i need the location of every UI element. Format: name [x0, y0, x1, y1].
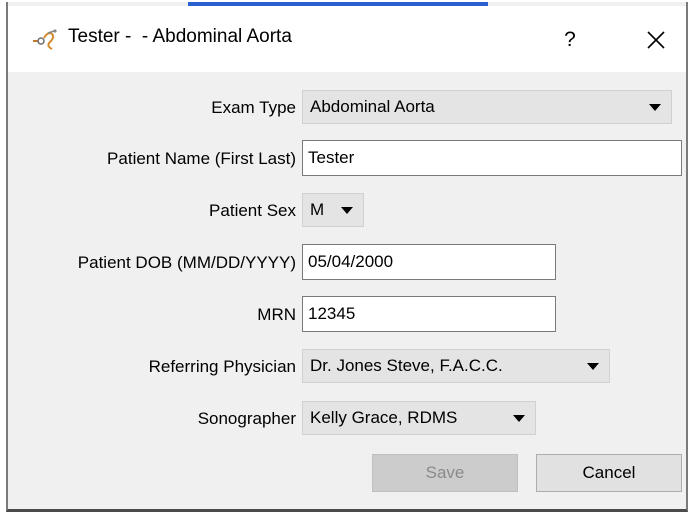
cancel-button[interactable]: Cancel — [536, 454, 682, 492]
patient-name-label: Patient Name (First Last) — [107, 149, 296, 168]
sonographer-select[interactable]: Kelly Grace, RDMS — [302, 401, 536, 435]
chevron-down-icon — [649, 104, 661, 111]
sonographer-row: Sonographer Kelly Grace, RDMS — [8, 399, 686, 439]
mrn-input[interactable]: 12345 — [302, 296, 556, 332]
sonographer-label: Sonographer — [197, 409, 296, 428]
mrn-label: MRN — [257, 305, 296, 324]
chevron-down-icon — [341, 207, 353, 214]
patient-sex-row: Patient Sex M — [8, 191, 686, 231]
save-button[interactable]: Save — [372, 454, 518, 492]
chevron-down-icon — [513, 415, 525, 422]
close-icon — [647, 31, 665, 49]
patient-dob-row: Patient DOB (MM/DD/YYYY) 05/04/2000 — [8, 243, 686, 283]
referring-physician-value: Dr. Jones Steve, F.A.C.C. — [310, 356, 503, 375]
patient-sex-select[interactable]: M — [302, 193, 364, 227]
exam-type-value: Abdominal Aorta — [310, 97, 435, 116]
referring-physician-label: Referring Physician — [148, 357, 296, 376]
app-icon — [30, 28, 60, 52]
sonographer-value: Kelly Grace, RDMS — [310, 408, 458, 427]
mrn-row: MRN 12345 — [8, 295, 686, 335]
chevron-down-icon — [587, 363, 599, 370]
exam-type-select[interactable]: Abdominal Aorta — [302, 90, 672, 124]
patient-sex-value: M — [310, 200, 325, 219]
patient-sex-label: Patient Sex — [209, 201, 296, 220]
help-icon: ? — [564, 28, 576, 51]
help-button[interactable]: ? — [548, 20, 592, 60]
referring-physician-row: Referring Physician Dr. Jones Steve, F.A… — [8, 347, 686, 387]
exam-dialog: Tester - - Abdominal Aorta ? Exam Type A… — [6, 2, 688, 512]
exam-type-label: Exam Type — [211, 98, 296, 117]
referring-physician-select[interactable]: Dr. Jones Steve, F.A.C.C. — [302, 349, 610, 383]
close-button[interactable] — [634, 20, 678, 60]
patient-name-row: Patient Name (First Last) Tester — [8, 139, 686, 179]
window-title: Tester - - Abdominal Aorta — [68, 26, 292, 47]
patient-dob-label: Patient DOB (MM/DD/YYYY) — [77, 253, 296, 272]
exam-type-row: Exam Type Abdominal Aorta — [8, 88, 686, 128]
title-bar[interactable]: Tester - - Abdominal Aorta ? — [8, 6, 686, 72]
patient-name-input[interactable]: Tester — [302, 140, 682, 176]
patient-dob-input[interactable]: 05/04/2000 — [302, 244, 556, 280]
